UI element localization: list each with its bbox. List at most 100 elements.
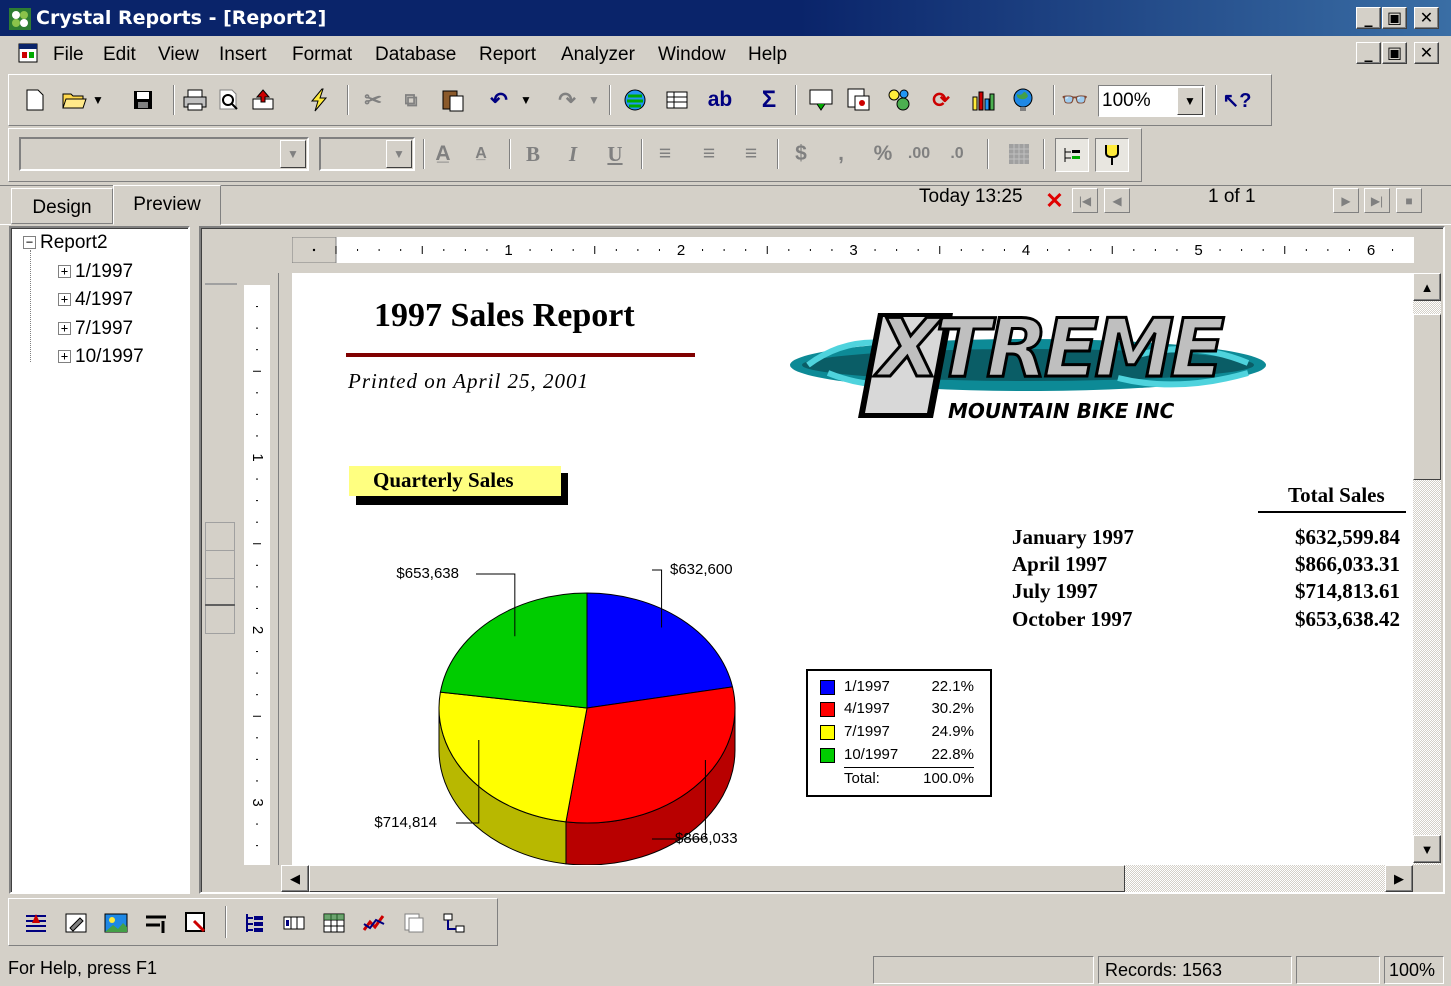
decrease-decimals-icon[interactable]: .0 (943, 140, 971, 168)
next-page-icon[interactable]: ▶ (1333, 188, 1359, 213)
menu-file[interactable]: File (53, 44, 84, 66)
mdi-restore-icon[interactable]: ▣ (1382, 42, 1407, 64)
menu-report[interactable]: Report (479, 44, 536, 66)
italic-icon[interactable]: I (559, 140, 587, 168)
restore-icon[interactable]: ▣ (1382, 7, 1407, 29)
document-menu-icon[interactable] (17, 42, 39, 64)
stop-icon[interactable]: ■ (1396, 188, 1422, 213)
open-dropdown-icon[interactable]: ▼ (91, 86, 105, 114)
underline-icon[interactable]: U (601, 140, 629, 168)
expand-icon[interactable]: + (58, 265, 71, 278)
align-right-icon[interactable]: ≡ (737, 140, 765, 168)
link-expert-icon[interactable] (440, 909, 468, 937)
print-preview-icon[interactable] (215, 86, 243, 114)
tab-design[interactable]: Design (11, 188, 113, 224)
font-size-dropdown-icon[interactable]: ▼ (386, 140, 412, 168)
undo-dropdown-icon[interactable]: ▼ (519, 86, 533, 114)
expand-icon[interactable]: + (58, 322, 71, 335)
insert-cross-tab-icon[interactable] (320, 909, 348, 937)
picture-icon[interactable] (102, 909, 130, 937)
menu-insert[interactable]: Insert (219, 44, 267, 66)
increase-font-icon[interactable]: A̲ (429, 140, 457, 168)
format-editor-icon[interactable] (62, 909, 90, 937)
bold-icon[interactable]: B (519, 140, 547, 168)
first-page-icon[interactable]: |◀ (1072, 188, 1098, 213)
insert-chart-icon[interactable] (969, 86, 997, 114)
align-center-icon[interactable]: ≡ (695, 140, 723, 168)
collapse-icon[interactable]: − (23, 236, 36, 249)
font-name-combo[interactable]: ▼ (19, 137, 309, 171)
vertical-scroll-thumb[interactable] (1413, 314, 1441, 480)
thousands-icon[interactable]: , (827, 140, 855, 168)
undo-icon[interactable]: ↶ (485, 86, 513, 114)
tree-group-4[interactable]: +10/1997 (58, 346, 144, 368)
expand-icon[interactable]: + (58, 293, 71, 306)
export-icon[interactable] (249, 86, 277, 114)
insert-ole-icon[interactable] (885, 86, 913, 114)
insert-line-icon[interactable] (142, 909, 170, 937)
mdi-close-button[interactable]: ✕ (1414, 42, 1439, 64)
tree-root[interactable]: − Report2 (23, 232, 108, 254)
currency-icon[interactable]: $ (787, 140, 815, 168)
previous-page-icon[interactable]: ◀ (1104, 188, 1130, 213)
refresh-lightning-icon[interactable] (305, 86, 333, 114)
cut-icon[interactable]: ✂ (359, 86, 387, 114)
increase-decimals-icon[interactable]: .00 (905, 140, 933, 168)
cross-tab-icon[interactable]: ⟳ (927, 86, 955, 114)
menu-database[interactable]: Database (375, 44, 456, 66)
border-pattern-icon[interactable] (1005, 140, 1033, 168)
percent-icon[interactable]: % (869, 140, 897, 168)
insert-ole-object-icon[interactable] (400, 909, 428, 937)
help-pointer-icon[interactable]: ↖? (1223, 86, 1252, 114)
menu-analyzer[interactable]: Analyzer (561, 44, 635, 66)
tab-preview[interactable]: Preview (113, 185, 221, 225)
zoom-combo[interactable]: 100% ▼ (1098, 85, 1205, 117)
menu-window[interactable]: Window (658, 44, 726, 66)
mdi-minimize-button[interactable]: _ (1356, 42, 1381, 64)
close-preview-icon[interactable]: ✕ (1041, 188, 1068, 213)
expand-icon[interactable]: + (58, 350, 71, 363)
last-page-icon[interactable]: ▶| (1364, 188, 1390, 213)
insert-group-icon[interactable] (807, 86, 835, 114)
menu-help[interactable]: Help (748, 44, 787, 66)
scroll-down-icon[interactable]: ▼ (1413, 835, 1441, 863)
insert-trend-icon[interactable] (360, 909, 388, 937)
field-explorer-icon[interactable] (663, 86, 691, 114)
minimize-button[interactable]: _ (1356, 7, 1381, 29)
open-icon[interactable] (61, 86, 89, 114)
save-icon[interactable] (129, 86, 157, 114)
paste-icon[interactable] (439, 86, 467, 114)
insert-map-icon[interactable] (1009, 86, 1037, 114)
insert-subreport-icon[interactable] (845, 86, 873, 114)
section-expert-icon[interactable] (22, 909, 50, 937)
menu-view[interactable]: View (158, 44, 199, 66)
scroll-right-icon[interactable]: ▶ (1385, 865, 1413, 892)
new-icon[interactable] (21, 86, 49, 114)
tree-group-3[interactable]: +7/1997 (58, 318, 133, 340)
select-expert-icon[interactable] (1095, 138, 1129, 172)
insert-box-icon[interactable] (182, 909, 210, 937)
redo-icon[interactable]: ↷ (553, 86, 581, 114)
database-expert-icon[interactable] (621, 86, 649, 114)
scroll-left-icon[interactable]: ◀ (281, 865, 309, 892)
summary-icon[interactable]: Σ (755, 86, 783, 114)
insert-fields-icon[interactable] (280, 909, 308, 937)
menu-edit[interactable]: Edit (103, 44, 136, 66)
text-object-icon[interactable]: ab (703, 86, 737, 114)
find-binoculars-icon[interactable]: 👓 (1061, 86, 1089, 114)
insert-group-tree-icon[interactable] (240, 909, 268, 937)
copy-icon[interactable]: ⧉ (397, 86, 425, 114)
redo-dropdown-icon[interactable]: ▼ (587, 86, 601, 114)
menu-format[interactable]: Format (292, 44, 352, 66)
tree-group-2[interactable]: +4/1997 (58, 289, 133, 311)
group-tree-toggle-icon[interactable] (1055, 138, 1089, 172)
horizontal-scroll-thumb[interactable] (309, 865, 1125, 892)
scroll-up-icon[interactable]: ▲ (1413, 273, 1441, 301)
font-size-combo[interactable]: ▼ (319, 137, 415, 171)
align-left-icon[interactable]: ≡ (651, 140, 679, 168)
zoom-dropdown-icon[interactable]: ▼ (1177, 87, 1203, 115)
close-button[interactable]: ✕ (1414, 7, 1439, 29)
decrease-font-icon[interactable]: A̲ (467, 140, 495, 168)
font-name-dropdown-icon[interactable]: ▼ (280, 140, 306, 168)
print-icon[interactable] (181, 86, 209, 114)
